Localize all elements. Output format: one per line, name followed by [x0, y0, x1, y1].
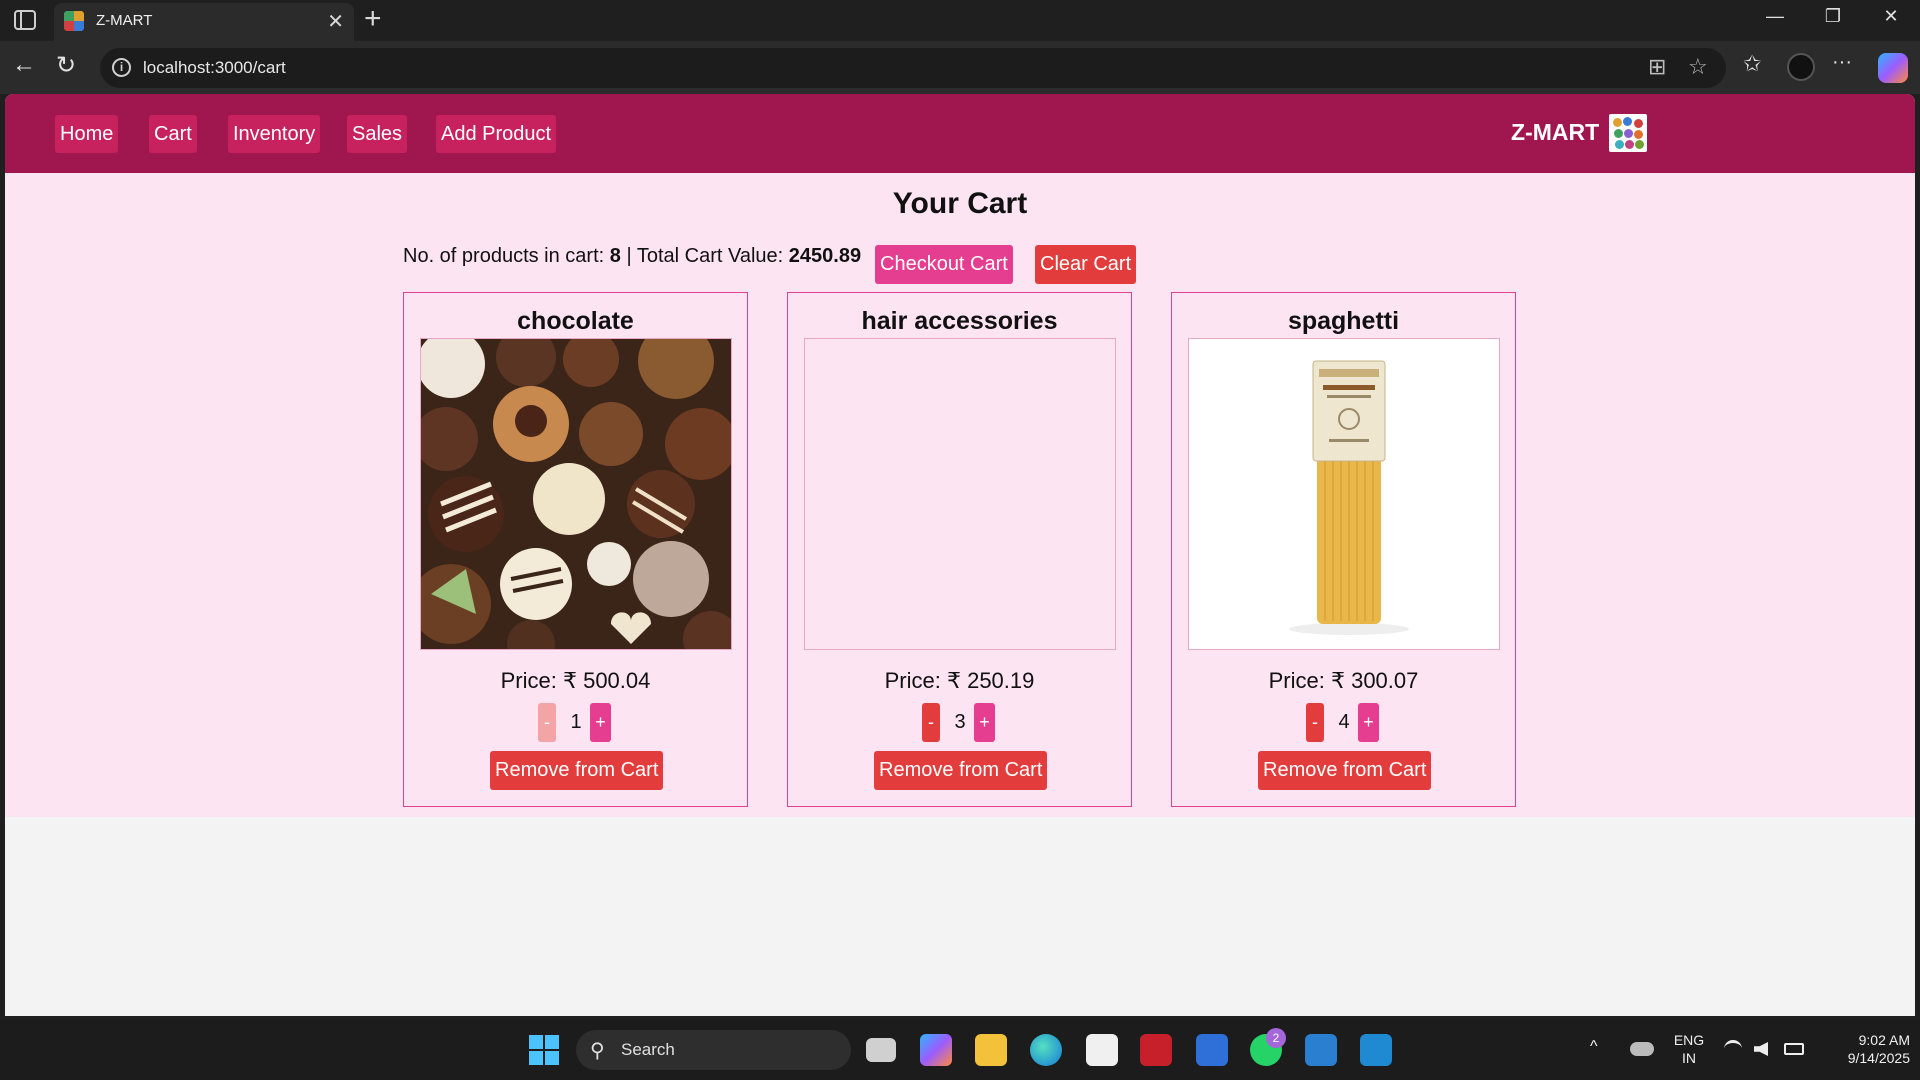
restore-icon[interactable]: ❐ [1810, 6, 1856, 27]
copilot-icon[interactable] [1878, 53, 1908, 83]
show-hidden-icons-chevron[interactable]: ^ [1590, 1038, 1598, 1056]
total-label: Total Cart Value: [636, 245, 784, 267]
split-screen-icon[interactable]: ⊞ [1648, 54, 1666, 80]
page-viewport: Home Cart Inventory Sales Add Product Z-… [5, 94, 1915, 1016]
product-name: chocolate [517, 307, 634, 335]
search-label: Search [621, 1040, 675, 1059]
nav-add-product[interactable]: Add Product [436, 115, 557, 153]
cart-summary: No. of products in cart: 8 | Total Cart … [403, 245, 861, 268]
product-price: Price: ₹ 300.07 [1268, 668, 1419, 693]
product-image-empty [804, 338, 1116, 650]
nav-inventory[interactable]: Inventory [228, 115, 321, 153]
edge-browser-icon[interactable] [1030, 1034, 1062, 1066]
favorite-star-icon[interactable]: ☆ [1688, 54, 1708, 80]
nav-sales[interactable]: Sales [347, 115, 408, 153]
decrease-qty-button[interactable]: - [538, 703, 556, 742]
mcafee-icon[interactable] [1140, 1034, 1172, 1066]
language-code: ENG [1673, 1032, 1705, 1048]
volume-icon[interactable] [1754, 1042, 1768, 1056]
new-tab-icon[interactable]: + [364, 2, 382, 36]
wifi-icon[interactable] [1724, 1040, 1742, 1058]
store-icon[interactable] [1086, 1034, 1118, 1066]
clock[interactable]: 9:02 AM 9/14/2025 [1820, 1031, 1910, 1067]
whatsapp-badge: 2 [1266, 1028, 1286, 1048]
brand-name: Z-MART [1511, 119, 1600, 145]
page-title: Your Cart [892, 187, 1028, 220]
task-view-icon[interactable] [866, 1038, 896, 1062]
browser-titlebar: Z-MART ✕ + — ❐ ✕ [0, 0, 1920, 41]
vscode-icon[interactable] [1360, 1034, 1392, 1066]
clock-date: 9/14/2025 [1847, 1050, 1910, 1066]
profile-avatar-icon[interactable] [1787, 53, 1815, 81]
product-image [1188, 338, 1500, 650]
minimize-icon[interactable]: — [1752, 6, 1798, 27]
product-card: spaghetti Price: ₹ 300.07 - 4 + Remove f… [1171, 292, 1516, 807]
product-card: hair accessories Price: ₹ 250.19 - 3 + R… [787, 292, 1132, 807]
remove-from-cart-button[interactable]: Remove from Cart [490, 751, 664, 790]
reload-icon[interactable]: ↻ [56, 51, 76, 80]
back-icon[interactable]: ← [12, 51, 36, 79]
windows-start-icon[interactable] [529, 1035, 559, 1065]
address-bar[interactable]: i localhost:3000/cart ⊞ ☆ [100, 48, 1726, 88]
product-card: chocolate Price: ₹ 500.04 - 1 + Remove f… [403, 292, 748, 807]
tab-close-icon[interactable]: ✕ [327, 9, 344, 34]
increase-qty-button[interactable]: + [1358, 703, 1379, 742]
quantity-value: 1 [570, 711, 582, 733]
tab-actions-icon[interactable] [14, 10, 36, 30]
quantity-stepper: - 1 + [404, 703, 747, 743]
checkout-button[interactable]: Checkout Cart [875, 245, 1013, 284]
app-cube-icon[interactable] [1196, 1034, 1228, 1066]
product-name: spaghetti [1287, 307, 1400, 335]
product-price: Price: ₹ 250.19 [884, 668, 1035, 693]
increase-qty-button[interactable]: + [974, 703, 995, 742]
decrease-qty-button[interactable]: - [922, 703, 940, 742]
taskbar-search-input[interactable]: ⚲ Search [576, 1030, 851, 1070]
product-image [420, 338, 732, 650]
more-options-icon[interactable]: ··· [1832, 51, 1852, 74]
nav-home[interactable]: Home [55, 115, 119, 153]
product-count: 8 [609, 245, 621, 267]
clock-time: 9:02 AM [1858, 1032, 1910, 1048]
spaghetti-package-photo [1189, 339, 1499, 649]
product-name: hair accessories [861, 307, 1058, 335]
increase-qty-button[interactable]: + [590, 703, 611, 742]
summary-separator: | [626, 245, 632, 267]
zmart-favicon-icon [64, 11, 84, 31]
remove-from-cart-button[interactable]: Remove from Cart [1258, 751, 1432, 790]
battery-icon[interactable] [1784, 1043, 1804, 1055]
favorites-icon[interactable]: ✩ [1743, 51, 1761, 77]
clear-cart-button[interactable]: Clear Cart [1035, 245, 1137, 284]
product-price: Price: ₹ 500.04 [500, 668, 651, 693]
onedrive-icon[interactable] [1630, 1042, 1654, 1056]
nav-cart[interactable]: Cart [149, 115, 197, 153]
search-icon: ⚲ [590, 1040, 605, 1062]
remove-from-cart-button[interactable]: Remove from Cart [874, 751, 1048, 790]
brand-logo-icon [1609, 114, 1647, 152]
quantity-value: 3 [954, 711, 966, 733]
url-text[interactable]: localhost:3000/cart [143, 58, 286, 78]
site-header: Home Cart Inventory Sales Add Product Z-… [5, 94, 1915, 173]
count-label: No. of products in cart: [403, 245, 605, 267]
region-code: IN [1682, 1050, 1696, 1066]
photos-icon[interactable] [1305, 1034, 1337, 1066]
browser-tab[interactable]: Z-MART ✕ [54, 3, 354, 41]
windows-taskbar: ⚲ Search 2 ^ ENG IN 9:02 AM 9/14/2025 [0, 1020, 1920, 1080]
decrease-qty-button[interactable]: - [1306, 703, 1324, 742]
cart-total: 2450.89 [788, 245, 862, 267]
quantity-stepper: - 4 + [1172, 703, 1515, 743]
file-explorer-icon[interactable] [975, 1034, 1007, 1066]
site-info-icon[interactable]: i [112, 58, 131, 77]
language-indicator[interactable]: ENG IN [1670, 1031, 1708, 1067]
cart-page: Your Cart No. of products in cart: 8 | T… [5, 173, 1915, 817]
copilot-taskbar-icon[interactable] [920, 1034, 952, 1066]
tab-title: Z-MART [96, 12, 153, 29]
browser-toolbar: ← ↻ i localhost:3000/cart ⊞ ☆ ✩ ··· [0, 41, 1920, 94]
chocolates-photo [421, 339, 731, 649]
window-close-icon[interactable]: ✕ [1868, 6, 1914, 27]
quantity-value: 4 [1338, 711, 1350, 733]
quantity-stepper: - 3 + [788, 703, 1131, 743]
